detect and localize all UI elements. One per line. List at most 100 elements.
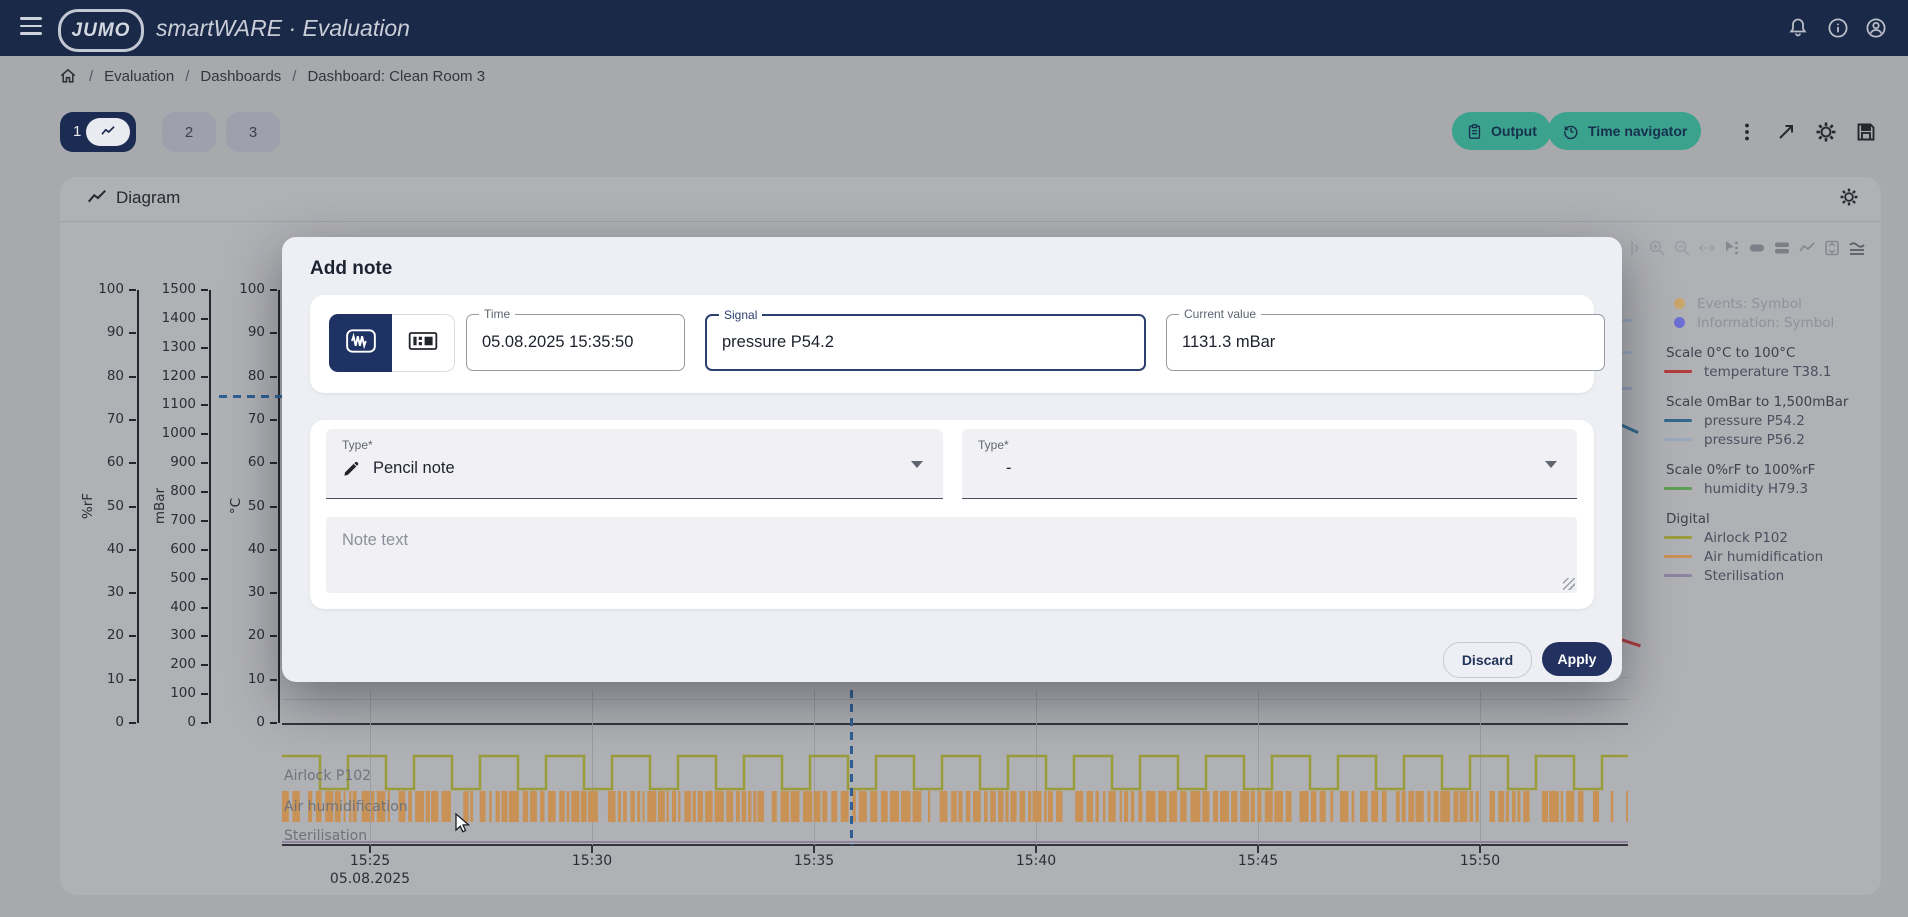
chevron-down-icon [1545,461,1557,468]
legend-series-item[interactable]: humidity H79.3 [1660,479,1875,498]
air-humidification-pulse [705,791,713,822]
air-humidification-pulse [1257,791,1261,822]
legend-series-item[interactable]: Air humidification [1660,547,1875,566]
notifications-bell-icon[interactable] [1786,16,1810,40]
axis-tick [129,592,136,594]
legend-series-item[interactable]: Airlock P102 [1660,528,1875,547]
air-humidification-pulse [1300,791,1309,822]
settings-gear-icon[interactable] [1814,120,1838,144]
tab-1-selected[interactable]: 1 [60,112,136,152]
y-axis-line [137,290,139,723]
air-humidification-pulse [870,791,877,822]
info-icon[interactable] [1826,16,1850,40]
air-humidification-pulse [1470,791,1474,822]
time-cursor-line[interactable] [850,690,853,845]
add-note-dialog: Add note [282,237,1622,682]
scroll-values-icon[interactable] [1823,239,1841,257]
legend-series-item[interactable]: pressure P54.2 [1660,411,1875,430]
breadcrumb-evaluation[interactable]: Evaluation [104,68,174,85]
note-type-select[interactable]: Type* Pencil note [326,429,943,499]
signal-input[interactable] [722,316,1129,369]
air-humidification-pulse [1286,791,1292,822]
menu-icon[interactable] [20,17,44,37]
x-axis-tick [1035,846,1037,853]
air-humidification-pulse [630,791,635,822]
legend-symbol-label: Information: Symbol [1697,315,1834,331]
tab-2[interactable]: 2 [162,112,216,152]
air-humidification-pulse [658,791,665,822]
x-axis-tick [813,846,815,853]
signal-note-toggle-button[interactable] [329,314,392,372]
axis-tick-label: 600 [148,541,196,557]
air-humidification-pulse [496,791,500,822]
legend-symbol-label: Events: Symbol [1697,296,1802,312]
curve-fragment [1619,423,1638,434]
app-bar: JUMO smartWARE · Evaluation [0,0,1908,56]
axis-tick [201,693,208,695]
air-humidification-pulse [442,791,451,822]
air-humidification-pulse [1202,791,1209,822]
current-value-field[interactable]: Current value [1166,314,1605,371]
shape-oval-icon[interactable] [1748,239,1766,257]
current-value-input[interactable] [1182,315,1589,370]
curve-icon[interactable] [1798,239,1816,257]
legend-symbol-item[interactable]: Events: Symbol [1660,294,1875,313]
discard-button[interactable]: Discard [1443,642,1532,678]
x-axis-tick [591,846,593,853]
save-icon[interactable] [1854,120,1878,144]
x-axis-tick-label: 15:30 [556,853,628,869]
chevron-down-icon [911,461,923,468]
fullscreen-icon[interactable] [1774,120,1798,144]
axis-tick-label: 1000 [148,425,196,441]
apply-button[interactable]: Apply [1542,642,1612,676]
kebab-menu-icon[interactable] [1735,120,1759,144]
note-subtype-select[interactable]: Type* - [962,429,1577,499]
axis-tick [129,332,136,334]
time-field[interactable]: Time [466,314,685,371]
signal-field[interactable]: Signal [705,314,1146,371]
account-icon[interactable] [1864,16,1888,40]
time-input[interactable] [482,315,669,370]
legend-series-swatch [1664,536,1692,539]
axis-tick [201,664,208,666]
legend-symbol-item[interactable]: Information: Symbol [1660,313,1875,332]
breadcrumb-dashboards[interactable]: Dashboards [200,68,281,85]
output-button[interactable]: Output [1452,112,1551,150]
air-humidification-pulse [1454,791,1459,822]
time-navigator-button[interactable]: Time navigator [1548,112,1701,150]
application-root: JUMO smartWARE · Evaluation / Evaluation… [0,0,1908,917]
legend-series-item[interactable]: Sterilisation [1660,566,1875,585]
chart-toolbar [1623,239,1866,257]
axis-tick-label: 10 [76,671,124,687]
x-axis-tick-label: 15:40 [1000,853,1072,869]
home-icon[interactable] [58,66,78,86]
zoom-horizontal-icon[interactable] [1698,239,1716,257]
device-note-toggle-button[interactable] [392,314,455,372]
axis-tick-label: 60 [76,454,124,470]
air-humidification-pulse [742,791,747,822]
air-humidification-pulse [408,791,412,822]
digital-label-air-humidification: Air humidification [284,799,408,815]
air-humidification-pulse [1265,791,1273,822]
stacked-bands-icon[interactable] [1773,239,1791,257]
air-humidification-pulse [757,791,764,822]
zoom-out-icon[interactable] [1673,239,1691,257]
air-humidification-pulse [698,791,703,822]
envelope-curves-icon[interactable] [1848,239,1866,257]
pan-icon[interactable] [1623,239,1641,257]
time-navigator-icon [1562,122,1580,140]
air-humidification-pulse [431,791,438,822]
axis-tick-label: 80 [76,368,124,384]
legend-series-item[interactable]: pressure P56.2 [1660,430,1875,449]
air-humidification-pulse [1033,791,1042,822]
legend-series-item[interactable]: temperature T38.1 [1660,362,1875,381]
measure-icon[interactable] [1723,239,1741,257]
axis-tick [270,592,277,594]
pencil-icon [342,459,361,478]
air-humidification-pulse [1578,791,1584,822]
curve-fragment [1622,351,1632,354]
zoom-in-icon[interactable] [1648,239,1666,257]
note-text-input[interactable] [326,517,1577,593]
air-humidification-pulse [1251,791,1255,822]
tab-3[interactable]: 3 [226,112,280,152]
